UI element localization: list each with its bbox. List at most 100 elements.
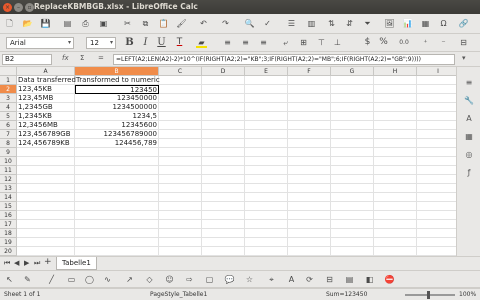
minimize-window-button[interactable]: –: [14, 3, 23, 12]
cell-e6[interactable]: [245, 121, 288, 130]
cell-h16[interactable]: [374, 211, 417, 220]
add-sheet-icon[interactable]: +: [44, 257, 52, 267]
cell-c2[interactable]: [159, 85, 202, 94]
cell-a20[interactable]: [17, 247, 75, 256]
cell-e17[interactable]: [245, 220, 288, 229]
clone-formatting-icon[interactable]: 🖌: [176, 18, 187, 29]
export-pdf-icon[interactable]: ▤: [62, 18, 73, 29]
cell-g4[interactable]: [331, 103, 374, 112]
cell-f1[interactable]: [288, 76, 331, 85]
cell-e18[interactable]: [245, 229, 288, 238]
cell-g7[interactable]: [331, 130, 374, 139]
row-header-13[interactable]: 13: [0, 184, 17, 193]
row-header-14[interactable]: 14: [0, 193, 17, 202]
align-objects-icon[interactable]: ⊟: [324, 274, 335, 285]
cell-h1[interactable]: [374, 76, 417, 85]
align-left-icon[interactable]: ≡: [222, 37, 233, 48]
spreadsheet-grid[interactable]: ABCDEFGHIJ1Data transferredTransformed t…: [0, 67, 480, 256]
cell-g13[interactable]: [331, 184, 374, 193]
cell-b16[interactable]: [75, 211, 159, 220]
cell-f10[interactable]: [288, 157, 331, 166]
copy-icon[interactable]: ⧉: [140, 18, 151, 29]
special-character-icon[interactable]: Ω: [438, 18, 449, 29]
cell-g20[interactable]: [331, 247, 374, 256]
cell-i18[interactable]: [417, 229, 460, 238]
cell-d16[interactable]: [202, 211, 245, 220]
cell-i12[interactable]: [417, 175, 460, 184]
cell-b18[interactable]: [75, 229, 159, 238]
align-right-icon[interactable]: ≡: [258, 37, 269, 48]
row-header-15[interactable]: 15: [0, 202, 17, 211]
cell-h17[interactable]: [374, 220, 417, 229]
columns-icon[interactable]: ▥: [306, 18, 317, 29]
cell-d6[interactable]: [202, 121, 245, 130]
cell-e1[interactable]: [245, 76, 288, 85]
find-replace-icon[interactable]: 🔍: [244, 18, 255, 29]
cell-b10[interactable]: [75, 157, 159, 166]
cell-i8[interactable]: [417, 139, 460, 148]
column-header-d[interactable]: D: [202, 67, 245, 76]
shadow-icon[interactable]: ◧: [364, 274, 375, 285]
cell-g3[interactable]: [331, 94, 374, 103]
cell-h11[interactable]: [374, 166, 417, 175]
column-header-f[interactable]: F: [288, 67, 331, 76]
gallery-icon[interactable]: ▦: [463, 131, 475, 143]
cell-d15[interactable]: [202, 202, 245, 211]
cell-a5[interactable]: 1,2345KB: [17, 112, 75, 121]
cell-g10[interactable]: [331, 157, 374, 166]
row-header-18[interactable]: 18: [0, 229, 17, 238]
name-box[interactable]: B2: [2, 54, 52, 65]
cell-a12[interactable]: [17, 175, 75, 184]
cell-a3[interactable]: 123,45MB: [17, 94, 75, 103]
paste-icon[interactable]: 📋: [158, 18, 169, 29]
next-sheet-icon[interactable]: ▶: [24, 259, 29, 267]
cell-e13[interactable]: [245, 184, 288, 193]
remove-decimal-icon[interactable]: ⁻: [438, 37, 449, 48]
cell-c12[interactable]: [159, 175, 202, 184]
page-style[interactable]: PageStyle_Tabelle1: [150, 289, 207, 300]
sort-ascending-icon[interactable]: ⇅: [326, 18, 337, 29]
extrusion-icon[interactable]: ⛔: [384, 274, 395, 285]
cell-b20[interactable]: [75, 247, 159, 256]
cell-b17[interactable]: [75, 220, 159, 229]
cell-d11[interactable]: [202, 166, 245, 175]
cell-g9[interactable]: [331, 148, 374, 157]
rectangle-icon[interactable]: ▭: [66, 274, 77, 285]
cell-d18[interactable]: [202, 229, 245, 238]
arrow-line-icon[interactable]: ↗: [124, 274, 135, 285]
cell-c15[interactable]: [159, 202, 202, 211]
first-sheet-icon[interactable]: ⏮: [4, 259, 10, 268]
cell-e4[interactable]: [245, 103, 288, 112]
line-icon[interactable]: ╱: [46, 274, 57, 285]
points-icon[interactable]: ⌖: [266, 274, 277, 285]
cell-f5[interactable]: [288, 112, 331, 121]
cell-c20[interactable]: [159, 247, 202, 256]
cell-f16[interactable]: [288, 211, 331, 220]
properties-icon[interactable]: 🔧: [463, 95, 475, 107]
cell-b11[interactable]: [75, 166, 159, 175]
block-arrow-icon[interactable]: ⇨: [184, 274, 195, 285]
column-header-c[interactable]: C: [159, 67, 202, 76]
highlight-icon[interactable]: ▰: [196, 37, 207, 48]
cell-g15[interactable]: [331, 202, 374, 211]
font-color-button[interactable]: T: [174, 37, 185, 48]
cell-i19[interactable]: [417, 238, 460, 247]
cell-i9[interactable]: [417, 148, 460, 157]
cell-c1[interactable]: [159, 76, 202, 85]
number-format-button[interactable]: 0.0: [396, 37, 412, 48]
cell-h18[interactable]: [374, 229, 417, 238]
cell-a6[interactable]: 12,3456MB: [17, 121, 75, 130]
cell-g17[interactable]: [331, 220, 374, 229]
cell-g19[interactable]: [331, 238, 374, 247]
fontwork-icon[interactable]: A: [286, 274, 297, 285]
cell-c16[interactable]: [159, 211, 202, 220]
cell-e14[interactable]: [245, 193, 288, 202]
ellipse-icon[interactable]: ◯: [84, 274, 95, 285]
select-all-corner[interactable]: [0, 67, 17, 76]
row-header-4[interactable]: 4: [0, 103, 17, 112]
cell-h20[interactable]: [374, 247, 417, 256]
cell-f15[interactable]: [288, 202, 331, 211]
cell-c3[interactable]: [159, 94, 202, 103]
cell-a2[interactable]: 123,45KB: [17, 85, 75, 94]
cell-h7[interactable]: [374, 130, 417, 139]
